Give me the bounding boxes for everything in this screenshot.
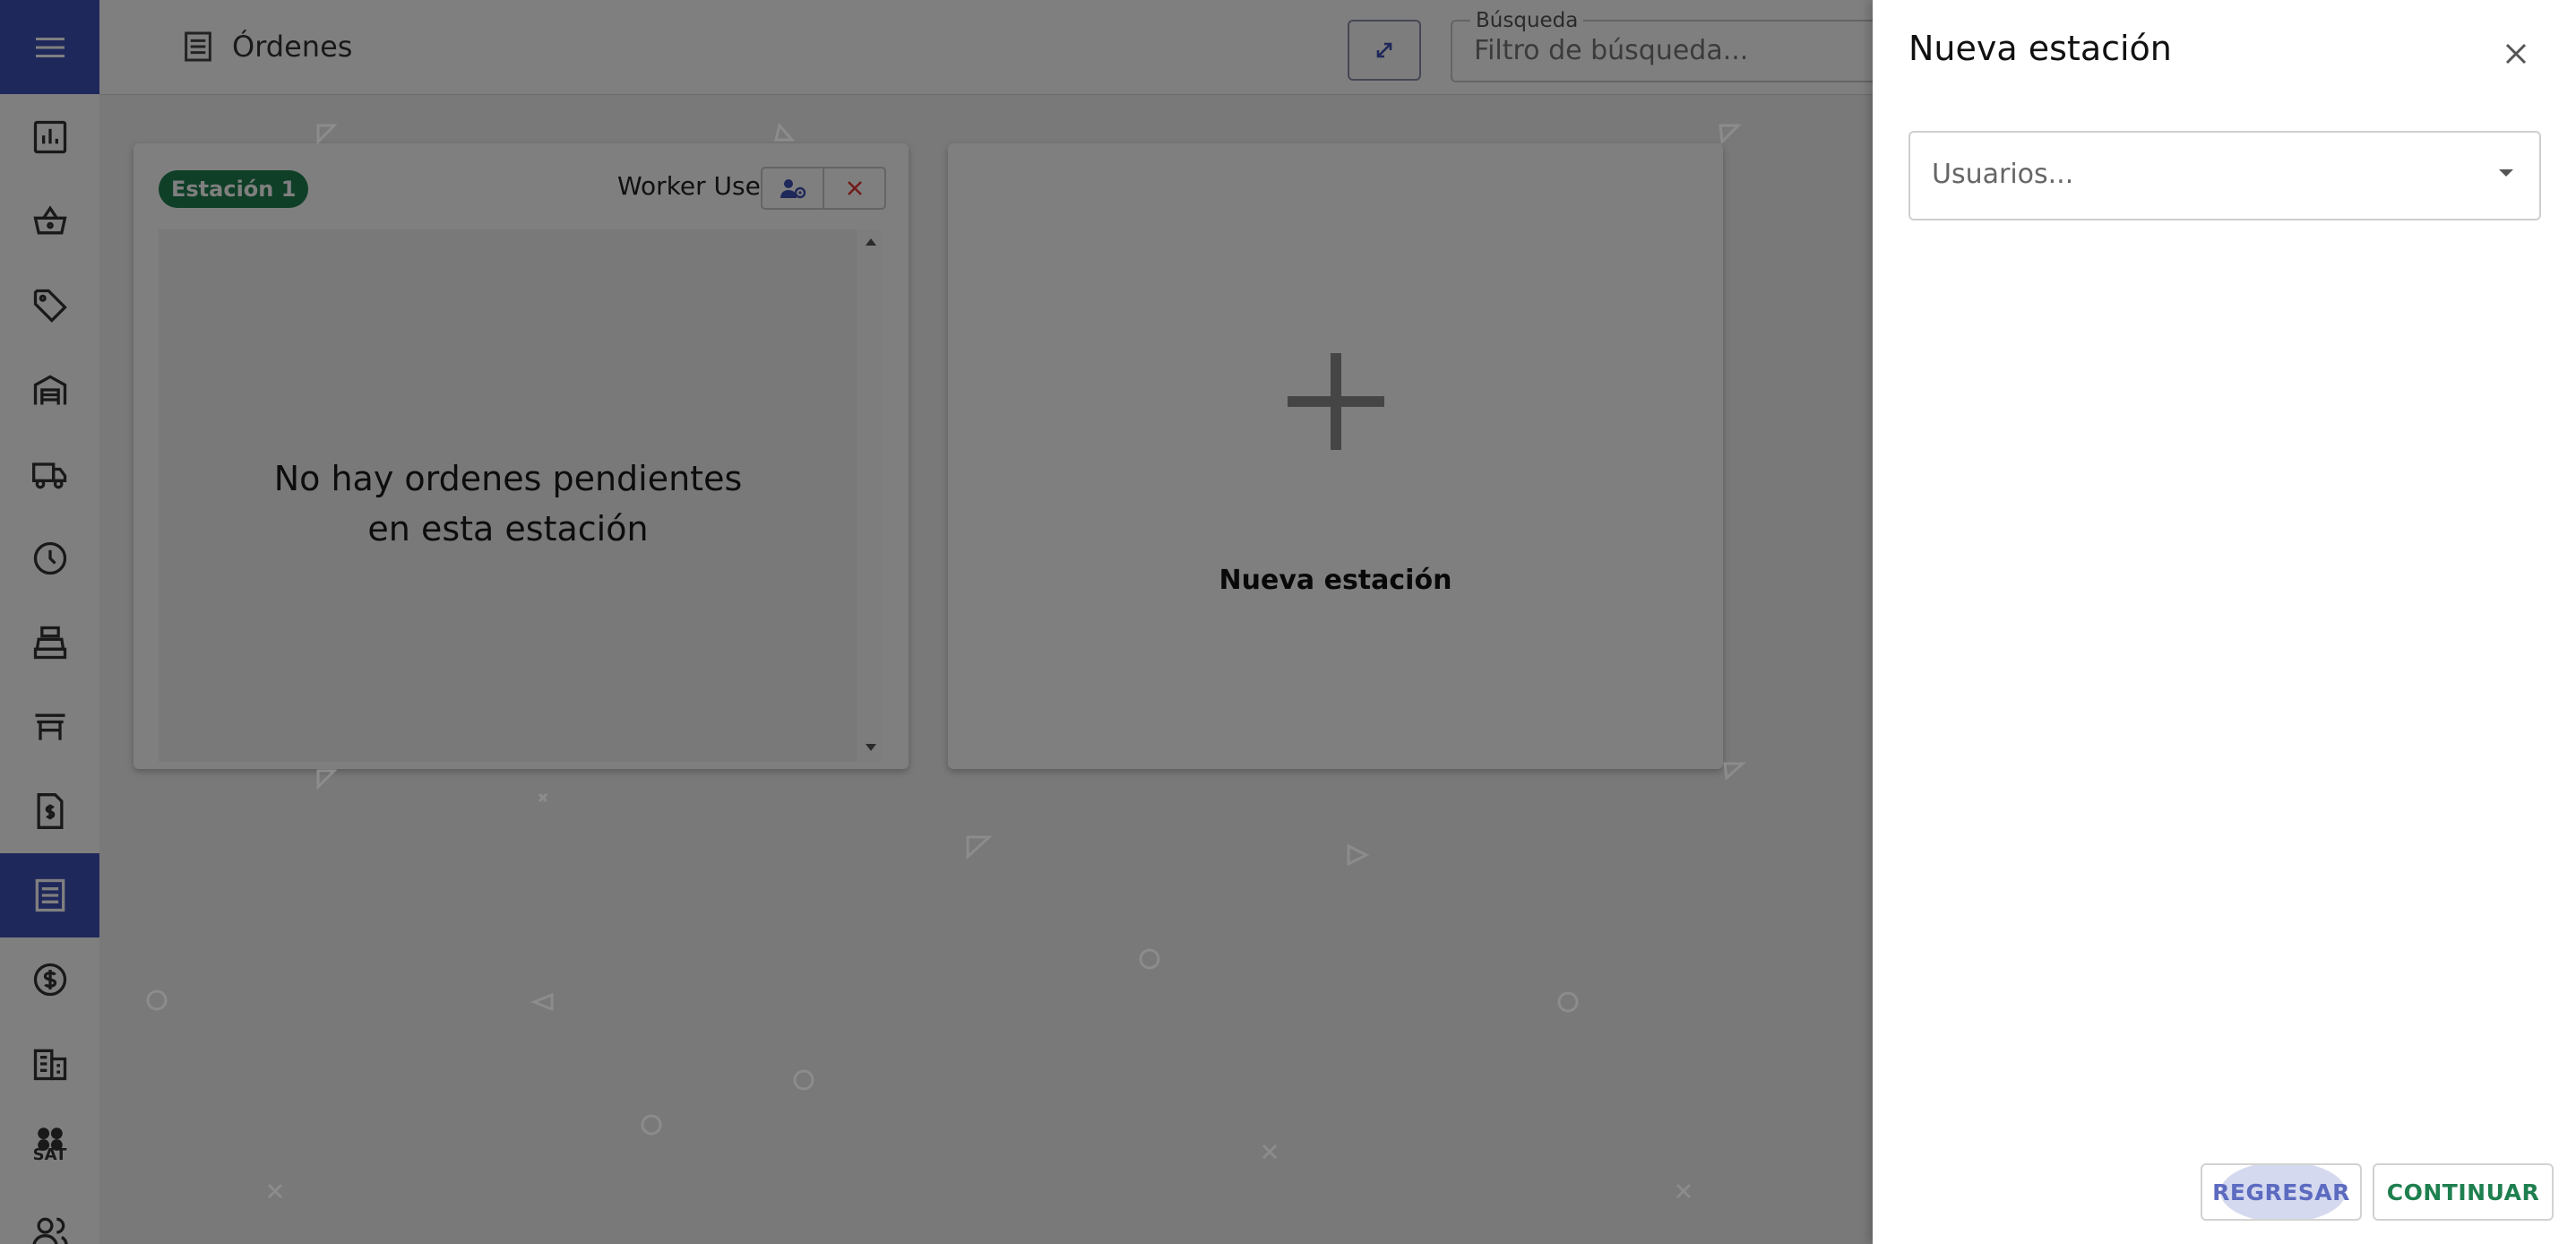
dropdown-caret-icon <box>2499 169 2513 177</box>
back-button[interactable]: REGRESAR <box>2201 1163 2362 1221</box>
back-button-label: REGRESAR <box>2212 1179 2350 1205</box>
modal-backdrop[interactable] <box>0 0 1873 1244</box>
users-select-placeholder: Usuarios... <box>1932 159 2074 190</box>
background-pattern <box>146 122 1746 1199</box>
continue-button-label: CONTINUAR <box>2386 1179 2540 1205</box>
continue-button[interactable]: CONTINUAR <box>2373 1163 2554 1221</box>
drawer-title: Nueva estación <box>1908 29 2172 68</box>
close-drawer-icon[interactable] <box>2500 38 2532 70</box>
new-station-drawer: Nueva estación Usuarios... REGRESAR CONT… <box>1873 0 2576 1244</box>
users-select[interactable]: Usuarios... <box>1908 131 2541 220</box>
